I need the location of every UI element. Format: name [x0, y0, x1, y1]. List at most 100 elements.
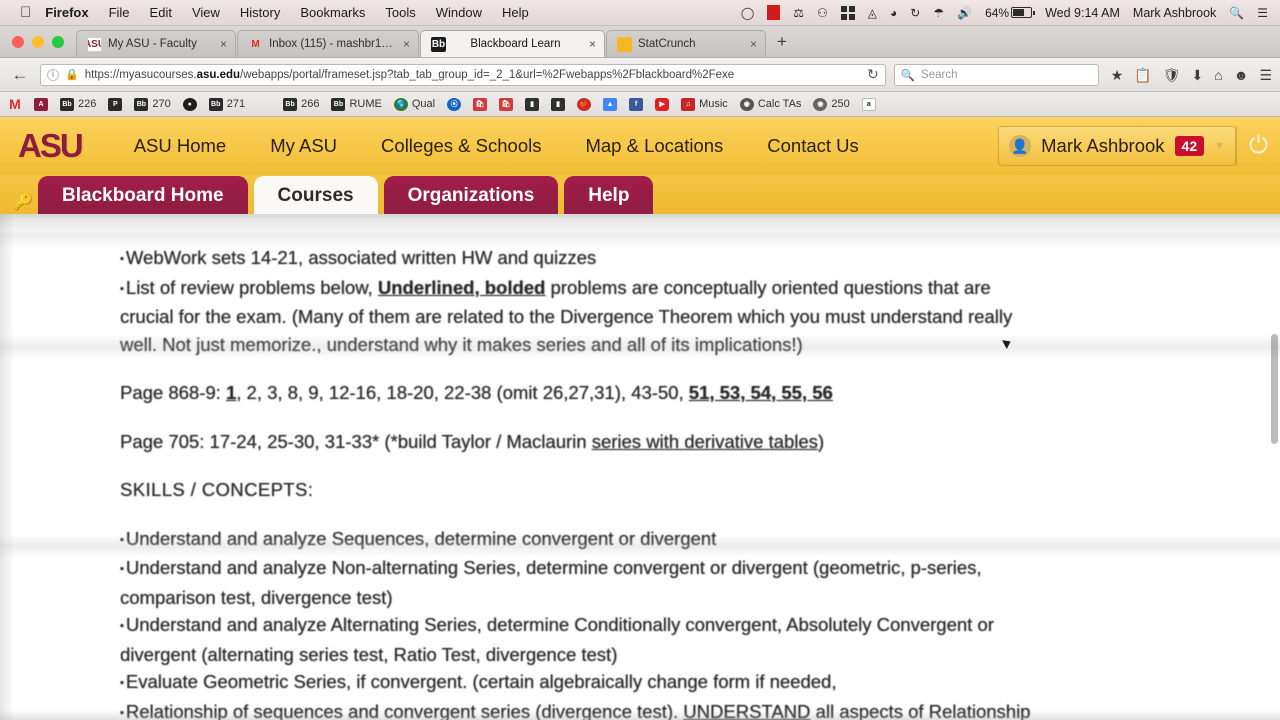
- back-arrow-icon[interactable]: ←: [8, 65, 32, 85]
- user-avatar-icon: 👤: [1009, 135, 1032, 157]
- tab-help[interactable]: Help: [564, 176, 654, 217]
- bookmark-266[interactable]: Bb 266: [283, 97, 319, 111]
- bookmark-notebook-1[interactable]: ▮: [525, 97, 540, 111]
- chevron-down-icon[interactable]: ▼: [1214, 140, 1225, 152]
- volume-icon[interactable]: 🔊: [957, 7, 972, 19]
- search-bar[interactable]: 🔍 Search: [893, 63, 1099, 86]
- menubar-clock[interactable]: Wed 9:14 AM: [1045, 6, 1120, 20]
- bookmark-226[interactable]: Bb 226: [60, 97, 96, 111]
- download-icon[interactable]: ⬇: [1192, 68, 1204, 82]
- course-content-area[interactable]: WebWork sets 14-21, associated written H…: [0, 214, 1280, 720]
- statcrunch-icon: [617, 36, 632, 52]
- tab-courses[interactable]: Courses: [253, 176, 378, 217]
- nav-item-asu-home[interactable]: ASU Home: [134, 135, 227, 157]
- bookmark-asu[interactable]: A: [34, 97, 48, 111]
- bookmark-facebook[interactable]: f: [629, 97, 644, 111]
- list-icon[interactable]: ☰: [1257, 7, 1268, 19]
- bookmark-label: 250: [831, 98, 850, 110]
- power-icon[interactable]: ⏻: [1236, 126, 1280, 166]
- url-bar[interactable]: i 🔒 https://myasucourses.asu.edu/webapps…: [40, 63, 886, 86]
- bookmark-label: 271: [226, 98, 246, 110]
- bookmark-label: Qual: [411, 98, 436, 110]
- bookmark-dark[interactable]: ●: [182, 97, 197, 111]
- browser-tab-my-asu[interactable]: ASU My ASU - Faculty ×: [76, 30, 236, 57]
- bluetooth-share-icon[interactable]: ⚖: [793, 7, 804, 19]
- bluetooth-icon[interactable]: ☂: [933, 7, 944, 19]
- menu-item-help[interactable]: Help: [502, 5, 529, 20]
- reload-icon[interactable]: ↻: [863, 66, 879, 83]
- menu-item-edit[interactable]: Edit: [150, 5, 172, 20]
- new-tab-button[interactable]: +: [767, 32, 797, 57]
- dropbox-icon[interactable]: ◯: [741, 7, 754, 19]
- menu-item-history[interactable]: History: [240, 5, 280, 20]
- bookmark-music[interactable]: ♫ Music: [681, 97, 728, 111]
- bookmark-youtube[interactable]: ▶: [655, 97, 670, 111]
- url-prefix: https://myasucourses.: [84, 68, 197, 81]
- hamburger-menu-icon[interactable]: ☰: [1259, 68, 1272, 82]
- menu-item-file[interactable]: File: [109, 5, 130, 20]
- bookmark-270[interactable]: Bb 270: [134, 97, 171, 111]
- youtube-icon: ▶: [655, 97, 670, 111]
- close-icon[interactable]: ×: [399, 37, 410, 51]
- bookmark-271[interactable]: Bb 271: [208, 97, 246, 111]
- bookmark-gmail[interactable]: M: [8, 96, 22, 112]
- bookmark-calc-tas[interactable]: ◉ Calc TAs: [739, 97, 801, 111]
- close-window-button[interactable]: [12, 36, 24, 48]
- search-icon[interactable]: 🔍: [1229, 7, 1244, 19]
- blue-circle-icon: ⦿: [447, 97, 462, 111]
- close-icon[interactable]: ×: [216, 37, 227, 51]
- wifi-icon[interactable]: ◕: [890, 7, 897, 19]
- minimize-window-button[interactable]: [32, 36, 44, 48]
- grid-apps-icon[interactable]: [840, 5, 855, 20]
- asu-logo[interactable]: ASU: [18, 127, 84, 165]
- info-icon[interactable]: i: [47, 68, 59, 81]
- menu-item-bookmarks[interactable]: Bookmarks: [300, 5, 365, 20]
- notification-badge[interactable]: 42: [1174, 136, 1205, 156]
- menu-item-window[interactable]: Window: [436, 5, 482, 20]
- doc-emphasis: 51, 53, 54, 55, 56: [688, 382, 833, 403]
- bookmark-250[interactable]: ◉ 250: [813, 97, 850, 111]
- bookmark-rume[interactable]: Bb RUME: [331, 97, 382, 111]
- browser-tab-blackboard[interactable]: Bb Blackboard Learn ×: [420, 30, 605, 57]
- bookmark-piazza[interactable]: P: [108, 97, 123, 111]
- apple-icon[interactable]: : [20, 5, 31, 20]
- bookmark-bag-1[interactable]: 🛍: [473, 97, 488, 111]
- close-icon[interactable]: ×: [746, 37, 757, 51]
- menubar-username[interactable]: Mark Ashbrook: [1133, 6, 1216, 20]
- tab-organizations[interactable]: Organizations: [383, 176, 559, 217]
- apple-red-icon: 🍎: [577, 97, 592, 111]
- tab-blackboard-home[interactable]: Blackboard Home: [38, 176, 248, 217]
- nav-item-my-asu[interactable]: My ASU: [270, 135, 337, 157]
- bookmark-blue[interactable]: ⦿: [447, 97, 462, 111]
- bookmark-bag-2[interactable]: 🛍: [499, 97, 514, 111]
- battery-status[interactable]: 64%: [985, 6, 1036, 20]
- timemachine-icon[interactable]: ↻: [910, 7, 920, 19]
- smiley-icon[interactable]: ☻: [1234, 68, 1249, 82]
- bookmark-notebook-2[interactable]: ▮: [551, 97, 566, 111]
- globe-icon: 🌎: [393, 97, 408, 111]
- menu-item-tools[interactable]: Tools: [385, 5, 415, 20]
- vertical-scrollbar[interactable]: [1271, 334, 1278, 444]
- usb-icon[interactable]: ⚇: [817, 7, 828, 19]
- pocket-icon[interactable]: 📋: [1134, 68, 1151, 82]
- nav-item-contact-us[interactable]: Contact Us: [767, 135, 859, 157]
- bookmark-star-icon[interactable]: ★: [1111, 68, 1124, 82]
- browser-tab-gmail[interactable]: M Inbox (115) - mashbr1@asu... ×: [237, 30, 419, 57]
- red-square-icon[interactable]: [767, 5, 781, 20]
- nav-item-colleges-schools[interactable]: Colleges & Schools: [381, 135, 541, 157]
- user-menu-button[interactable]: 👤 Mark Ashbrook 42 ▼: [998, 126, 1236, 166]
- menu-item-firefox[interactable]: Firefox: [45, 5, 88, 20]
- close-icon[interactable]: ×: [585, 37, 596, 51]
- key-icon[interactable]: 🔑: [8, 187, 38, 217]
- airplay-icon[interactable]: ◬: [868, 7, 877, 19]
- nav-item-map-locations[interactable]: Map & Locations: [585, 135, 723, 157]
- bookmark-qual[interactable]: 🌎 Qual: [393, 97, 436, 111]
- bookmark-maps[interactable]: ▲: [603, 97, 618, 111]
- shield-icon[interactable]: 🛡: [1163, 68, 1181, 82]
- home-icon[interactable]: ⌂: [1214, 68, 1222, 82]
- browser-tab-statcrunch[interactable]: StatCrunch ×: [606, 30, 766, 57]
- menu-item-view[interactable]: View: [192, 5, 220, 20]
- zoom-window-button[interactable]: [52, 36, 64, 48]
- bookmark-apple[interactable]: 🍎: [577, 97, 592, 111]
- bookmark-amazon[interactable]: a: [861, 97, 876, 111]
